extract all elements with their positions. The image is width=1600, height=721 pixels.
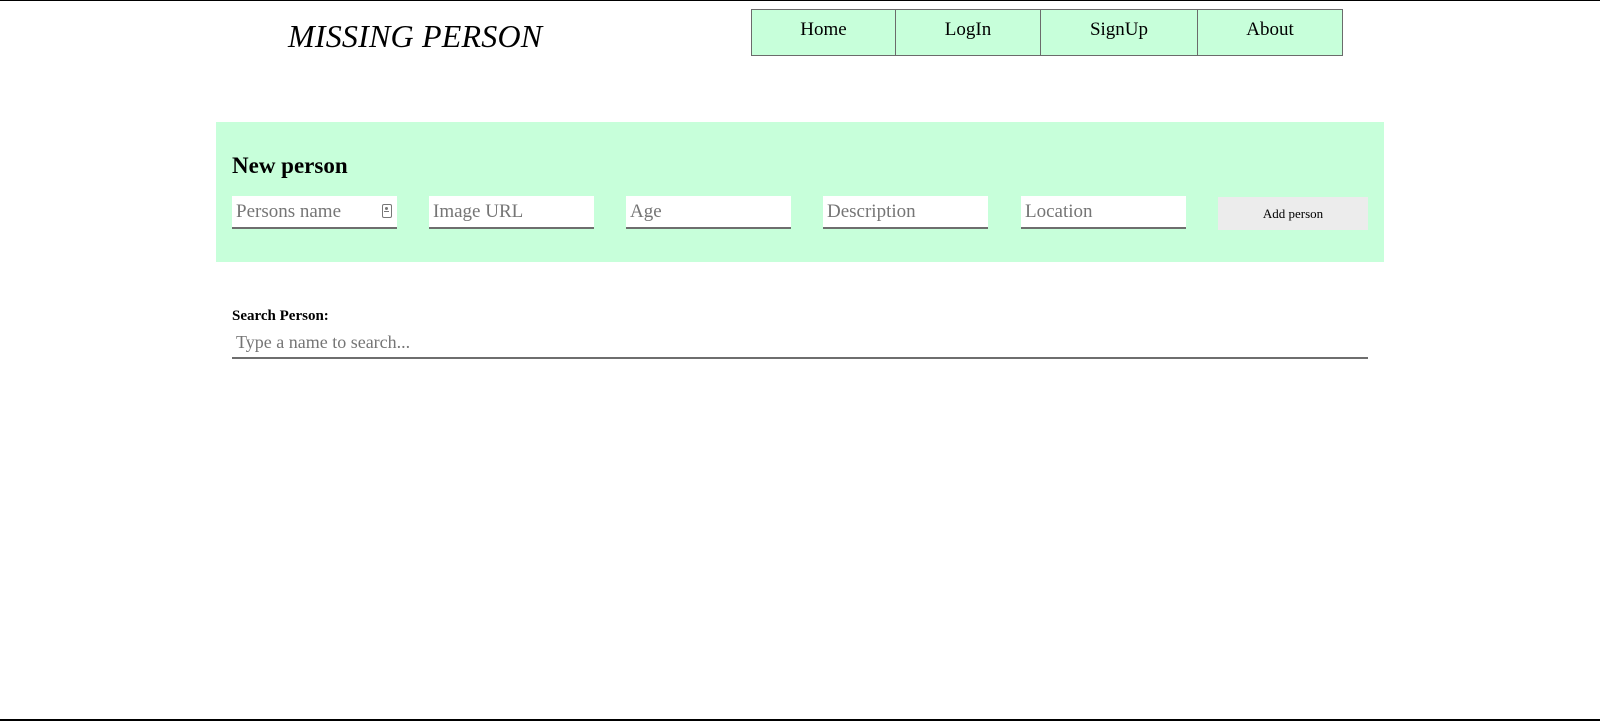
- nav-signup[interactable]: SignUp: [1040, 9, 1198, 56]
- nav-login[interactable]: LogIn: [895, 9, 1041, 56]
- age-field-wrapper: [626, 196, 791, 229]
- image-url-input[interactable]: [429, 196, 594, 227]
- site-title: MISSING PERSON: [288, 18, 543, 54]
- new-person-form: New person Add person: [216, 122, 1384, 262]
- person-name-field-wrapper: [232, 196, 397, 229]
- contact-card-icon[interactable]: [382, 204, 392, 218]
- description-input[interactable]: [823, 196, 988, 227]
- age-input[interactable]: [626, 196, 791, 227]
- nav-home[interactable]: Home: [751, 9, 896, 56]
- description-field-wrapper: [823, 196, 988, 229]
- add-person-button[interactable]: Add person: [1218, 197, 1368, 230]
- top-nav: Home LogIn SignUp About: [751, 9, 1343, 56]
- location-field-wrapper: [1021, 196, 1186, 229]
- search-input[interactable]: [232, 327, 1368, 357]
- nav-about[interactable]: About: [1197, 9, 1343, 56]
- person-name-input[interactable]: [232, 196, 397, 227]
- image-url-field-wrapper: [429, 196, 594, 229]
- location-input[interactable]: [1021, 196, 1186, 227]
- search-label: Search Person:: [232, 308, 329, 324]
- page: MISSING PERSON Home LogIn SignUp About N…: [0, 0, 1600, 721]
- search-field-wrapper: [232, 327, 1368, 359]
- form-title: New person: [232, 153, 348, 178]
